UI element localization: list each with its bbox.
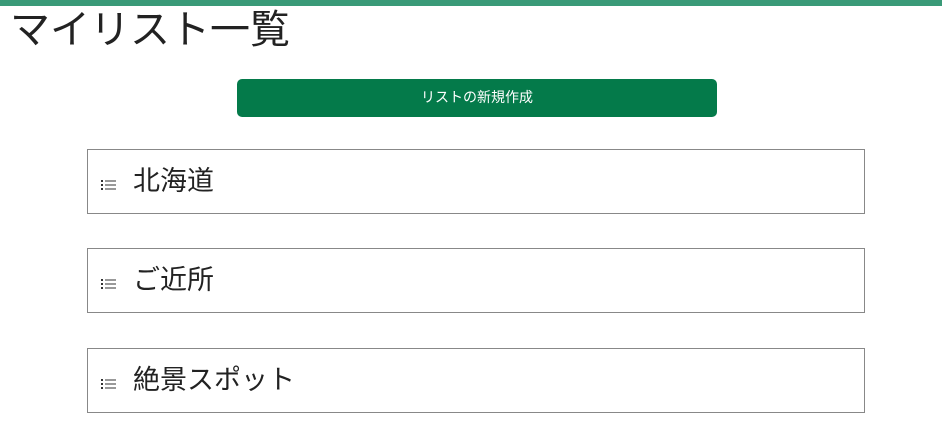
list-icon	[101, 176, 116, 190]
list-item-label: 絶景スポット	[133, 365, 295, 396]
list-item-hokkaido[interactable]: 北海道	[87, 149, 865, 214]
top-accent-bar	[0, 0, 942, 6]
create-list-button[interactable]: リストの新規作成	[237, 79, 717, 117]
page-title: マイリスト一覧	[10, 7, 290, 53]
list-icon	[101, 375, 116, 389]
list-item-zekkei-spot[interactable]: 絶景スポット	[87, 348, 865, 413]
list-icon	[101, 275, 116, 289]
list-item-label: ご近所	[133, 265, 214, 296]
list-item-label: 北海道	[133, 166, 214, 197]
list-item-gokinjo[interactable]: ご近所	[87, 248, 865, 313]
